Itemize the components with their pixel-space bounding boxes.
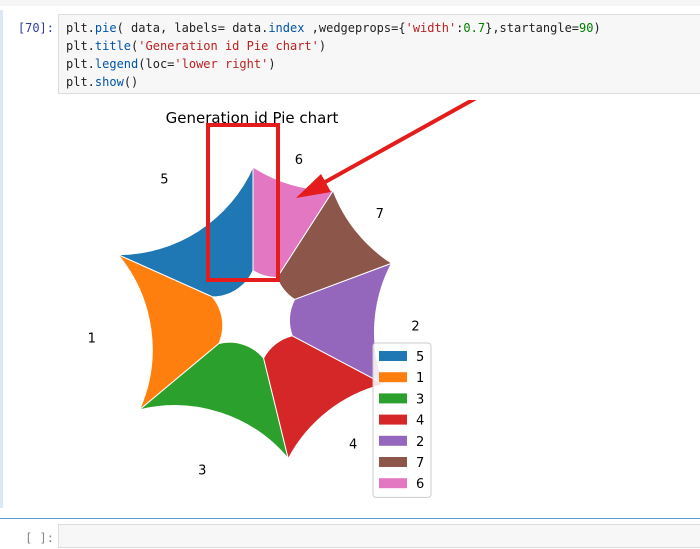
- cell-selection-bar: [0, 10, 3, 508]
- pie-chart: 5134276 Generation id Pie chart 5134276: [88, 40, 617, 498]
- code-line: plt.title('Generation id Pie chart'): [66, 39, 326, 53]
- cell-output: 5134276 Generation id Pie chart 5134276: [58, 40, 700, 508]
- pie-label-7: 7: [376, 207, 384, 222]
- code-token: plt.: [66, 57, 95, 71]
- code-text[interactable]: plt.pie( data, labels= data.index ,wedge…: [66, 19, 601, 91]
- legend-swatch-2: [379, 435, 407, 446]
- code-line: plt.show(): [66, 75, 138, 89]
- code-token: },startangle=: [485, 21, 580, 35]
- code-editor[interactable]: plt.pie( data, labels= data.index ,wedge…: [58, 14, 700, 94]
- code-token: plt.: [66, 39, 95, 53]
- pie-label-6: 6: [295, 153, 303, 168]
- code-token: ): [268, 57, 276, 71]
- next-cell-prompt: [ ]:: [25, 531, 54, 545]
- legend-swatch-7: [379, 457, 407, 467]
- code-token: (): [123, 75, 139, 89]
- legend-label-2: 2: [416, 435, 424, 450]
- code-token: ,wedgeprops={: [304, 21, 406, 35]
- legend-label-5: 5: [416, 350, 424, 365]
- pie-label-2: 2: [411, 319, 419, 334]
- code-line: plt.legend(loc='lower right'): [66, 57, 276, 71]
- code-token: show: [94, 75, 124, 89]
- code-token: pie: [94, 21, 117, 35]
- code-token: 'Generation id Pie chart': [138, 39, 319, 53]
- chart-legend: 5 1 3 4 2 7 6: [372, 342, 432, 498]
- legend-label-4: 4: [416, 414, 424, 429]
- pie-label-1: 1: [88, 331, 96, 346]
- code-token: ): [318, 39, 327, 53]
- code-token: plt.: [66, 21, 95, 35]
- pie-label-5: 5: [160, 172, 168, 187]
- legend-label-7: 7: [416, 456, 424, 471]
- code-token: title: [94, 39, 132, 53]
- legend-swatch-4: [379, 414, 407, 425]
- legend-swatch-5: [379, 351, 407, 361]
- code-line: plt.pie( data, labels= data.index ,wedge…: [66, 21, 601, 35]
- pie-label-4: 4: [349, 437, 357, 452]
- code-token: index: [268, 21, 305, 35]
- code-token: 'width': [405, 21, 457, 35]
- pie-wedges: [117, 166, 393, 461]
- code-token: ( data, labels= data.: [116, 21, 269, 35]
- annotation-arrow-shaft: [316, 56, 550, 188]
- legend-label-1: 1: [416, 371, 424, 386]
- code-token: (loc=: [138, 57, 175, 71]
- legend-swatch-3: [379, 393, 407, 404]
- legend-swatch-1: [379, 372, 407, 383]
- code-token: ): [593, 21, 601, 35]
- code-token: 90: [579, 21, 594, 35]
- legend-label-6: 6: [416, 477, 424, 492]
- previous-cell-strip: [0, 0, 700, 6]
- code-token: plt.: [66, 75, 95, 89]
- legend-label-3: 3: [416, 392, 424, 407]
- pie-label-3: 3: [198, 464, 206, 479]
- code-token: 'lower right': [174, 57, 269, 71]
- cell-prompt: [70]:: [17, 21, 54, 35]
- code-token: 0.7: [463, 21, 486, 35]
- next-cell-editor[interactable]: [58, 524, 700, 548]
- code-token: legend: [94, 57, 139, 71]
- legend-swatch-6: [379, 478, 407, 489]
